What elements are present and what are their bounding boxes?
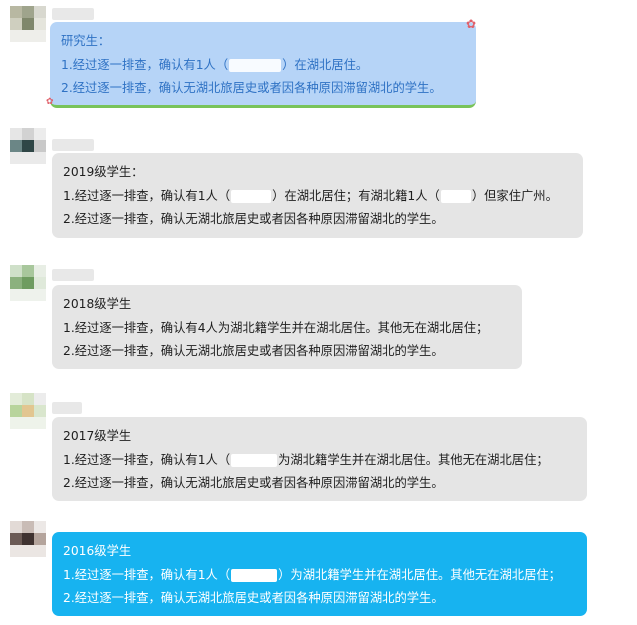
message-bubble[interactable]: 2018级学生 1.经过逐一排查，确认有4人为湖北籍学生并在湖北居住。其他无在湖… (52, 285, 522, 369)
avatar[interactable] (10, 521, 46, 557)
message-title: 2018级学生 (63, 297, 132, 311)
message-title: 研究生： (61, 34, 111, 48)
avatar[interactable] (10, 265, 46, 301)
message-title: 2017级学生 (63, 429, 132, 443)
avatar[interactable] (10, 6, 46, 42)
sender-name-blurred (52, 8, 94, 20)
message-bubble[interactable]: 研究生： 1.经过逐一排查，确认有1人（ ）在湖北居住。 2.经过逐一排查，确认无… (50, 22, 476, 108)
sender-name-blurred (52, 139, 94, 151)
message-line: 1.经过逐一排查，确认有1人（ ）为湖北籍学生并在湖北居住。其他无在湖北居住； (63, 567, 561, 582)
message-line: 1.经过逐一排查，确认有1人（ ）在湖北居住；有湖北籍1人（ ）但家住广州。 (63, 188, 558, 203)
redacted-name (231, 189, 272, 203)
avatar[interactable] (10, 128, 46, 164)
redacted-name (231, 568, 278, 582)
message-title: 2016级学生 (63, 544, 132, 558)
message-bubble[interactable]: 2016级学生 1.经过逐一排查，确认有1人（ ）为湖北籍学生并在湖北居住。其他无… (52, 532, 587, 616)
message-title: 2019级学生： (63, 165, 144, 179)
message-line: 2.经过逐一排查，确认无湖北旅居史或者因各种原因滞留湖北的学生。 (63, 344, 444, 358)
redacted-name (440, 189, 471, 203)
message-line: 2.经过逐一排查，确认无湖北旅居史或者因各种原因滞留湖北的学生。 (63, 212, 444, 226)
flower-deco-icon: ✿ (46, 97, 54, 107)
avatar[interactable] (10, 393, 46, 429)
sender-name-blurred (52, 269, 94, 281)
redacted-name (229, 58, 282, 72)
redacted-name (231, 453, 278, 467)
message-line: 2.经过逐一排查，确认无湖北旅居史或者因各种原因滞留湖北的学生。 (61, 81, 442, 95)
sender-name-blurred (52, 402, 82, 414)
message-line: 2.经过逐一排查，确认无湖北旅居史或者因各种原因滞留湖北的学生。 (63, 591, 444, 605)
message-line: 1.经过逐一排查，确认有4人为湖北籍学生并在湖北居住。其他无在湖北居住； (63, 320, 489, 335)
message-line: 1.经过逐一排查，确认有1人（ 为湖北籍学生并在湖北居住。其他无在湖北居住； (63, 452, 549, 467)
message-line: 1.经过逐一排查，确认有1人（ ）在湖北居住。 (61, 57, 369, 72)
message-line: 2.经过逐一排查，确认无湖北旅居史或者因各种原因滞留湖北的学生。 (63, 476, 444, 490)
message-bubble[interactable]: 2019级学生： 1.经过逐一排查，确认有1人（ ）在湖北居住；有湖北籍1人（ ）但… (52, 153, 583, 238)
message-bubble[interactable]: 2017级学生 1.经过逐一排查，确认有1人（ 为湖北籍学生并在湖北居住。其他无在… (52, 417, 587, 501)
flower-deco-icon: ✿ (466, 17, 477, 31)
